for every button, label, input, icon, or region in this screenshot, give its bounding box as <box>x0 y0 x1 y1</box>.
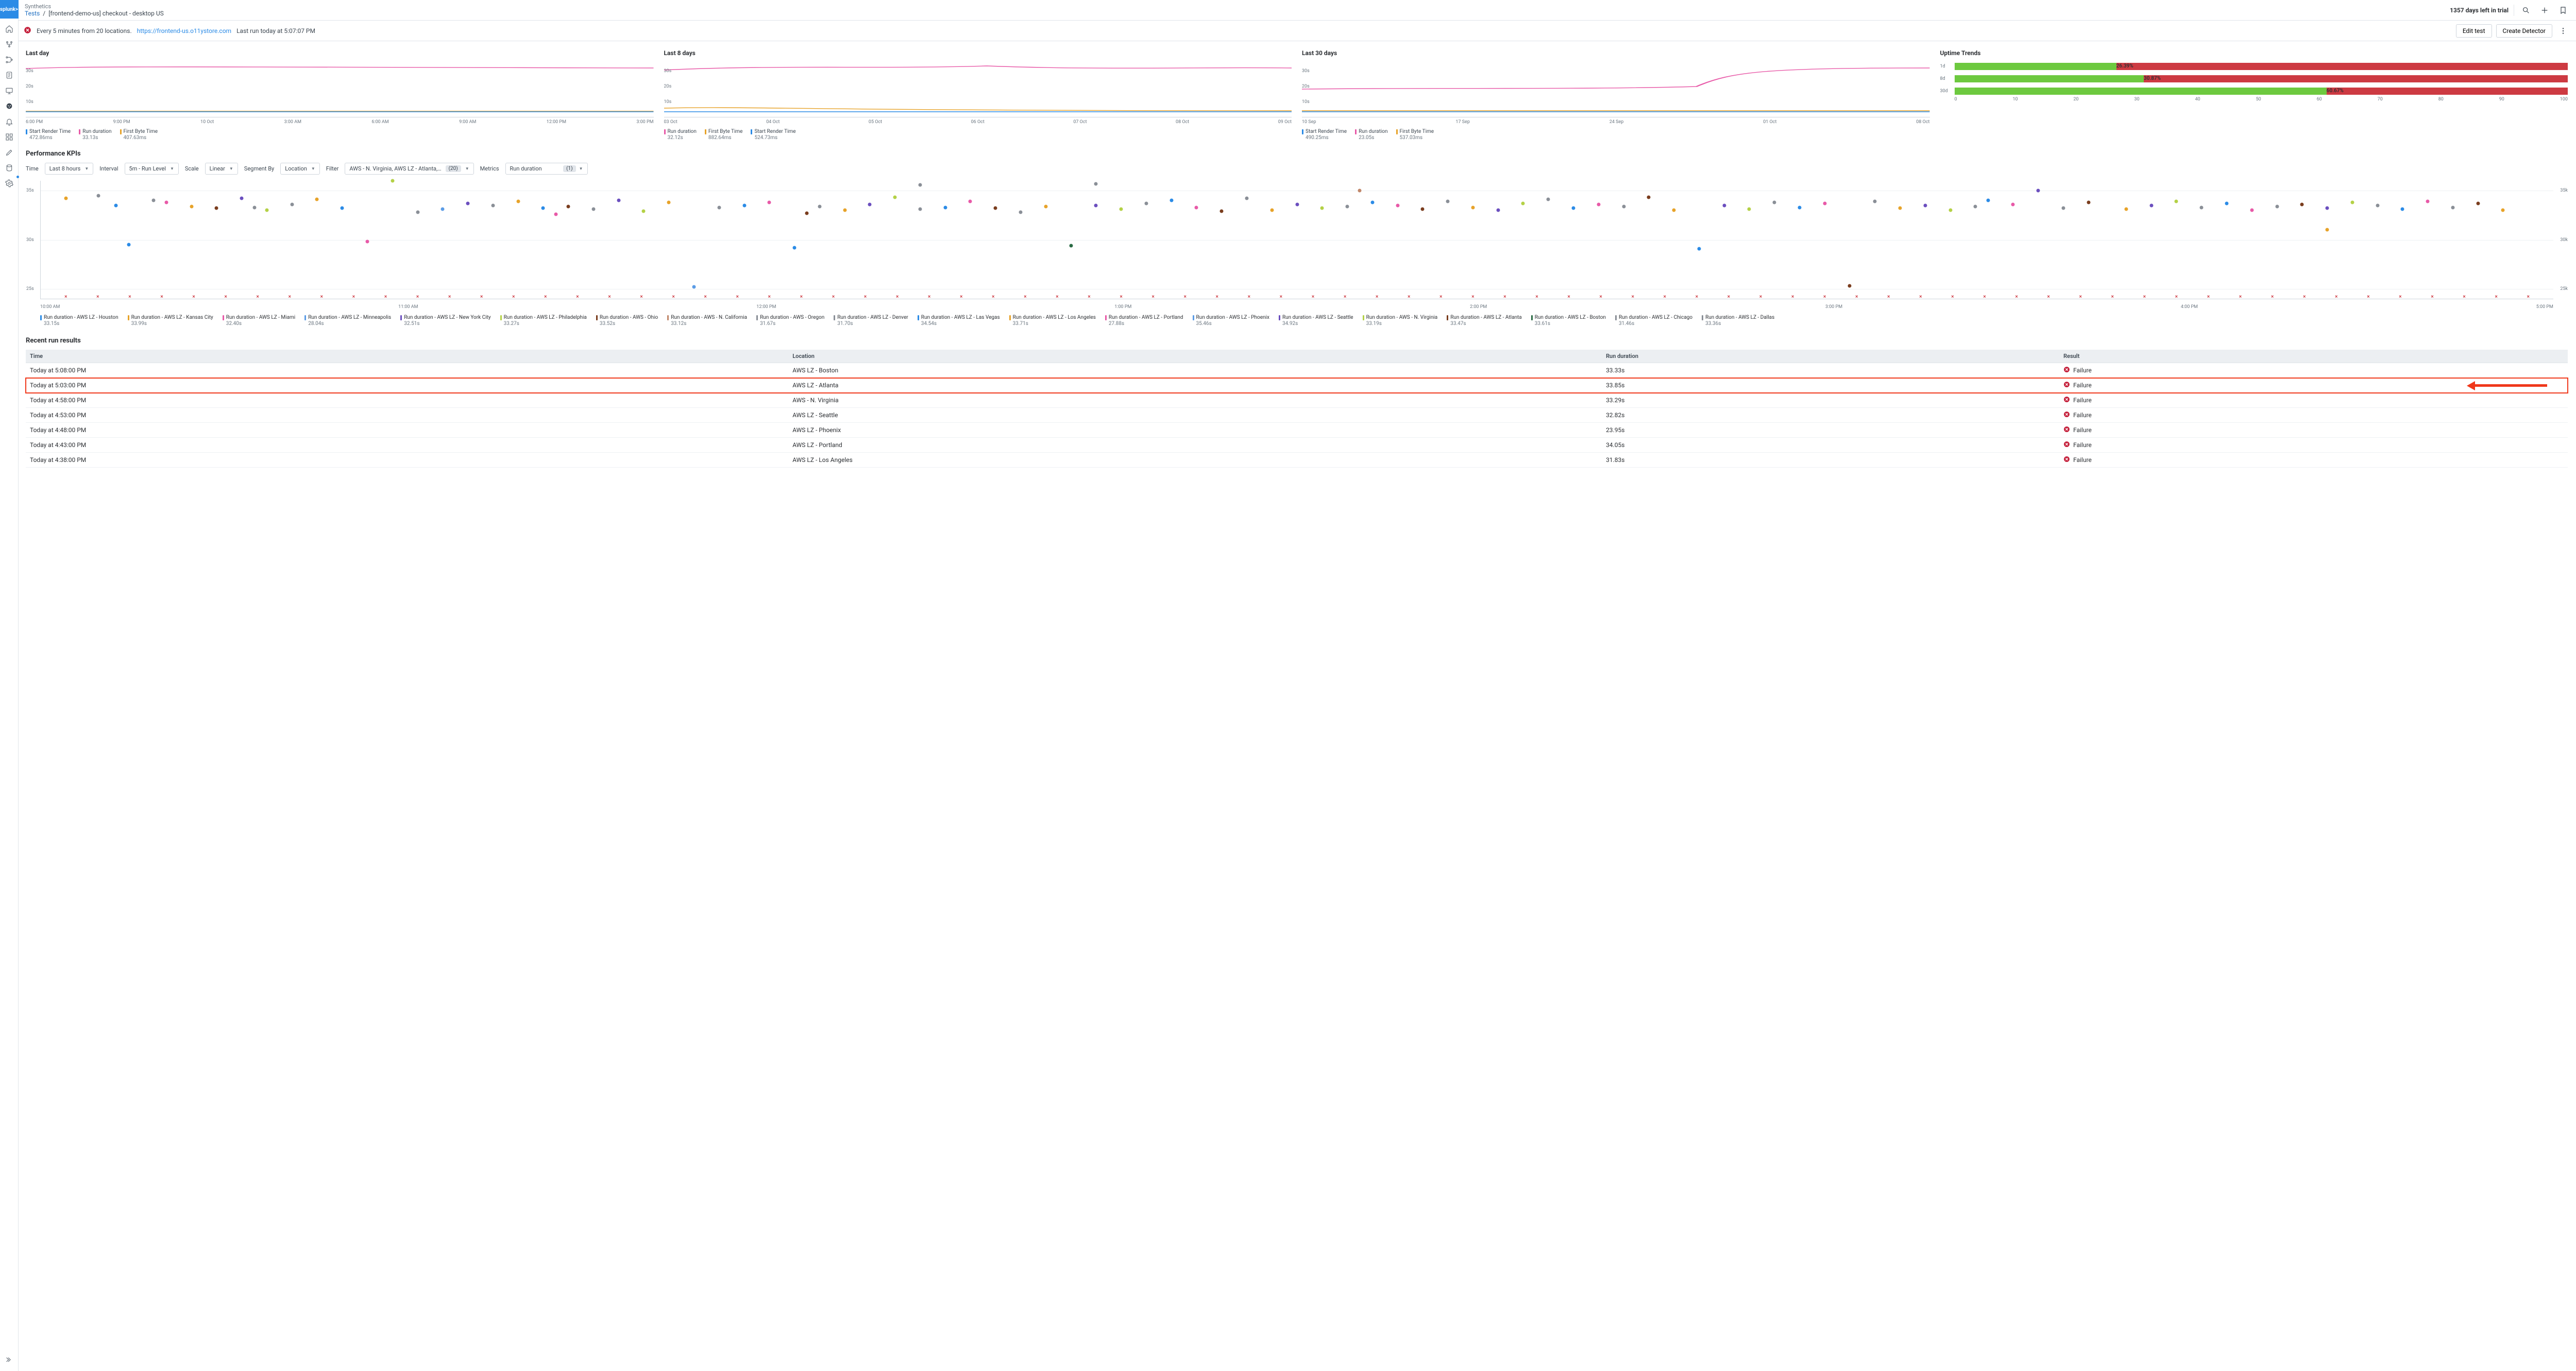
failure-icon <box>2063 411 2070 419</box>
column-header[interactable]: Run duration <box>1602 350 2059 363</box>
interval-select[interactable]: 5m - Run Level▼ <box>125 163 179 175</box>
kpi-scatter-chart[interactable]: 35s35k30s30k25s25k××××××××××××××××××××××… <box>40 181 2553 299</box>
kpi-label-metrics: Metrics <box>480 165 499 172</box>
kpi-label-interval: Interval <box>99 165 118 172</box>
failure-icon <box>2063 396 2070 404</box>
more-actions-icon[interactable] <box>2556 24 2570 38</box>
mini-chart[interactable]: Last 30 days 30s20s10s 10 Sep17 Sep24 Se… <box>1302 49 1930 141</box>
schedule-text: Every 5 minutes from 20 locations. <box>37 27 132 35</box>
table-row[interactable]: Today at 4:58:00 PMAWS - N. Virginia33.2… <box>26 393 2568 408</box>
breadcrumb-root: Synthetics <box>25 3 164 10</box>
table-row[interactable]: Today at 5:03:00 PMAWS LZ - Atlanta33.85… <box>26 378 2568 393</box>
scale-select[interactable]: Linear▼ <box>205 163 238 175</box>
results-table: TimeLocationRun durationResult Today at … <box>26 350 2568 468</box>
column-header[interactable]: Result <box>2059 350 2568 363</box>
bookmark-icon[interactable] <box>2556 4 2570 17</box>
topbar: Synthetics Tests / [frontend-demo-us] ch… <box>19 0 2576 21</box>
results-title: Recent run results <box>26 337 2568 345</box>
filter-select[interactable]: AWS - N. Virginia, AWS LZ - Atlanta,…(20… <box>345 163 473 175</box>
failure-icon <box>2063 441 2070 449</box>
test-url[interactable]: https://frontend-us.o11ystore.com <box>137 27 231 35</box>
synthetics-icon[interactable] <box>0 99 19 113</box>
kpi-label-segment: Segment By <box>244 165 274 172</box>
chevron-down-icon: ▼ <box>311 166 315 171</box>
table-row[interactable]: Today at 4:53:00 PMAWS LZ - Seattle32.82… <box>26 408 2568 423</box>
logs-icon[interactable] <box>0 68 19 82</box>
annotation-arrow <box>2467 381 2547 390</box>
add-icon[interactable] <box>2538 4 2551 17</box>
failure-icon <box>2063 426 2070 434</box>
mini-charts-row: Last day 30s20s10s 6:00 PM9:00 PM10 Oct3… <box>26 49 2568 141</box>
last-run-text: Last run today at 5:07:07 PM <box>236 27 315 35</box>
uptime-trends[interactable]: Uptime Trends1d26.39%8d30.87%30d60.67%01… <box>1940 49 2568 141</box>
chevron-down-icon: ▼ <box>579 166 583 171</box>
mini-chart[interactable]: Last day 30s20s10s 6:00 PM9:00 PM10 Oct3… <box>26 49 654 141</box>
brand-logo[interactable]: splunk> <box>0 0 19 19</box>
kpi-label-filter: Filter <box>326 165 339 172</box>
failure-icon <box>2063 381 2070 389</box>
create-detector-button[interactable]: Create Detector <box>2496 24 2552 38</box>
table-row[interactable]: Today at 5:08:00 PMAWS LZ - Boston33.33s… <box>26 363 2568 378</box>
infra-icon[interactable] <box>0 53 19 67</box>
column-header[interactable]: Location <box>788 350 1602 363</box>
performance-kpis-section: Performance KPIs Time Last 8 hours▼ Inte… <box>26 150 2568 327</box>
sidebar: splunk> <box>0 0 19 1371</box>
settings-icon[interactable] <box>0 176 19 191</box>
trial-label: 1357 days left in trial <box>2450 7 2509 14</box>
alerts-icon[interactable] <box>0 114 19 129</box>
breadcrumb-tests-link[interactable]: Tests <box>25 10 40 17</box>
table-row[interactable]: Today at 4:38:00 PMAWS LZ - Los Angeles3… <box>26 453 2568 468</box>
failure-icon <box>2063 456 2070 464</box>
actionbar: Every 5 minutes from 20 locations. https… <box>19 21 2576 41</box>
column-header[interactable]: Time <box>26 350 788 363</box>
home-icon[interactable] <box>0 22 19 36</box>
status-fail-icon <box>24 26 31 36</box>
apm-icon[interactable] <box>0 37 19 52</box>
recent-results-section: Recent run results TimeLocationRun durat… <box>26 337 2568 468</box>
search-icon[interactable] <box>2519 4 2533 17</box>
kpi-label-scale: Scale <box>185 165 199 172</box>
edit-test-button[interactable]: Edit test <box>2456 24 2492 38</box>
expand-sidebar-icon[interactable] <box>0 1350 19 1369</box>
mini-chart[interactable]: Last 8 days 30s20s10s 03 Oct04 Oct05 Oct… <box>664 49 1292 141</box>
breadcrumb-current: [frontend-demo-us] checkout - desktop US <box>48 10 164 17</box>
edit-icon[interactable] <box>0 145 19 160</box>
table-row[interactable]: Today at 4:43:00 PMAWS LZ - Portland34.0… <box>26 438 2568 453</box>
chevron-down-icon: ▼ <box>229 166 233 171</box>
kpi-xaxis: 10:00 AM11:00 AM12:00 PM1:00 PM2:00 PM3:… <box>40 304 2553 310</box>
failure-icon <box>2063 366 2070 374</box>
chevron-down-icon: ▼ <box>84 166 89 171</box>
time-select[interactable]: Last 8 hours▼ <box>45 163 94 175</box>
dashboards-icon[interactable] <box>0 130 19 144</box>
breadcrumb: Tests / [frontend-demo-us] checkout - de… <box>25 10 164 17</box>
kpi-label-time: Time <box>26 165 39 172</box>
chevron-down-icon: ▼ <box>465 166 469 171</box>
data-icon[interactable] <box>0 161 19 175</box>
table-row[interactable]: Today at 4:48:00 PMAWS LZ - Phoenix23.95… <box>26 423 2568 438</box>
kpi-filter-bar: Time Last 8 hours▼ Interval 5m - Run Lev… <box>26 163 2568 175</box>
chevron-down-icon: ▼ <box>170 166 174 171</box>
kpi-title: Performance KPIs <box>26 150 2568 158</box>
rum-icon[interactable] <box>0 83 19 98</box>
kpi-legend: Run duration - AWS LZ - Houston33.15sRun… <box>40 315 2568 327</box>
metrics-select[interactable]: Run duration(1)▼ <box>505 163 588 175</box>
segment-select[interactable]: Location▼ <box>280 163 319 175</box>
